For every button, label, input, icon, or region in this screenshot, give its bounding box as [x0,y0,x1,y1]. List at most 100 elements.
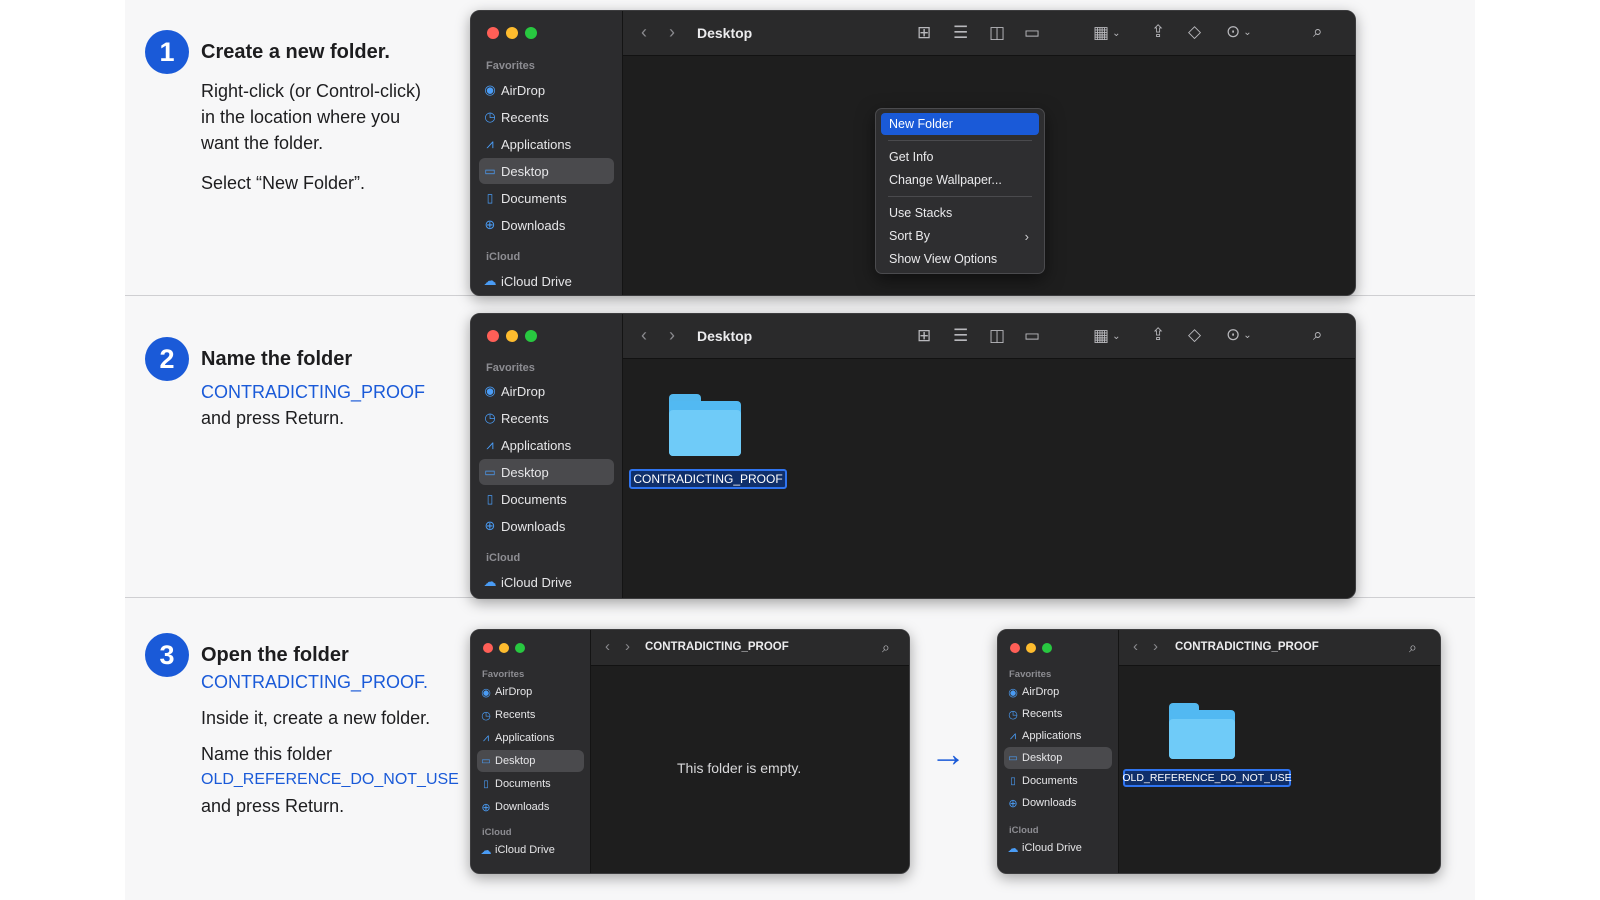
close-window-button[interactable] [1010,643,1020,653]
tag-icon[interactable]: ◇ [1188,325,1201,345]
gallery-view-icon[interactable]: ▭ [1024,326,1040,346]
step-text: Inside it, create a new folder. [201,708,431,728]
document-icon: ▯ [483,778,489,790]
finder-content[interactable]: ‹ › CONTRADICTING_PROOF ⌕ This folder is… [591,630,909,873]
folder-icon[interactable] [1169,703,1235,759]
close-window-button[interactable] [487,27,499,39]
forward-icon[interactable]: › [669,22,675,43]
forward-icon[interactable]: › [1153,638,1158,655]
finder-window: Favorites ◉ AirDrop ◷ Recents ⩘ Applicat… [470,10,1356,296]
column-view-icon[interactable]: ◫ [989,23,1005,43]
sidebar-section-icloud: iCloud [486,251,521,263]
sidebar-item-recents[interactable]: ◷ Recents [477,704,584,726]
finder-content[interactable]: ‹ › CONTRADICTING_PROOF ⌕ OLD_REFERENCE_… [1119,630,1440,873]
context-menu-sort-by[interactable]: Sort By › [881,225,1039,247]
minimize-window-button[interactable] [499,643,509,653]
sidebar-item-icloud-drive[interactable]: ☁ iCloud Drive [479,569,614,595]
icon-view-icon[interactable]: ⊞ [917,23,931,43]
sidebar-item-downloads[interactable]: ⊕ Downloads [1004,792,1112,814]
sidebar-item-recents[interactable]: ◷ Recents [1004,703,1112,725]
gallery-view-icon[interactable]: ▭ [1024,23,1040,43]
step-1-body: Create a new folder. Right-click (or Con… [201,30,461,196]
minimize-window-button[interactable] [506,27,518,39]
sidebar-item-applications[interactable]: ⩘ Applications [1004,725,1112,747]
context-menu-get-info[interactable]: Get Info [881,146,1039,168]
icon-view-icon[interactable]: ⊞ [917,326,931,346]
close-window-button[interactable] [483,643,493,653]
back-icon[interactable]: ‹ [641,325,647,346]
sidebar-item-downloads[interactable]: ⊕ Downloads [479,212,614,238]
folder-name-highlight: CONTRADICTING_PROOF. [201,672,429,692]
sidebar-item-label: Recents [501,109,549,125]
share-icon[interactable]: ⇪ [1151,325,1165,345]
sidebar-item-desktop[interactable]: ▭ Desktop [477,750,584,772]
sidebar-item-desktop[interactable]: ▭ Desktop [1004,747,1112,769]
back-icon[interactable]: ‹ [605,638,610,655]
zoom-window-button[interactable] [515,643,525,653]
list-view-icon[interactable]: ☰ [953,23,968,43]
finder-content[interactable]: ‹ › Desktop ⊞ ☰ ◫ ▭ ▦ ⌄ ⇪ ◇ ⊙ ⌄ ⌕ New Fold… [623,11,1355,295]
zoom-window-button[interactable] [525,330,537,342]
cloud-icon: ☁ [1007,842,1019,855]
download-icon: ⊕ [1008,797,1018,810]
sidebar-item-icloud-drive[interactable]: ☁ iCloud Drive [1004,837,1112,859]
sidebar-item-icloud-drive[interactable]: ☁ iCloud Drive [477,839,584,861]
group-icon[interactable]: ▦ ⌄ [1093,326,1120,346]
sidebar-item-downloads[interactable]: ⊕ Downloads [477,796,584,818]
group-icon[interactable]: ▦ ⌄ [1093,23,1120,43]
more-actions-icon[interactable]: ⊙ ⌄ [1226,22,1252,42]
back-icon[interactable]: ‹ [641,22,647,43]
context-menu-show-view-options[interactable]: Show View Options [881,248,1039,270]
sidebar-item-documents[interactable]: ▯ Documents [1004,770,1112,792]
chevron-right-icon: › [1024,228,1029,244]
sidebar-item-label: Downloads [495,801,550,813]
folder-name-field[interactable]: OLD_REFERENCE_DO_NOT_USE [1122,769,1292,787]
back-icon[interactable]: ‹ [1133,638,1138,655]
sidebar-item-desktop[interactable]: ▭ Desktop [479,158,614,184]
sidebar-item-applications[interactable]: ⩘ Applications [479,432,614,458]
share-icon[interactable]: ⇪ [1151,22,1165,42]
zoom-window-button[interactable] [525,27,537,39]
sidebar-item-airdrop[interactable]: ◉ AirDrop [479,378,614,404]
sidebar-item-airdrop[interactable]: ◉ AirDrop [477,681,584,703]
context-menu-new-folder[interactable]: New Folder [881,113,1039,135]
forward-icon[interactable]: › [625,638,630,655]
folder-icon[interactable] [669,394,741,456]
search-icon[interactable]: ⌕ [1313,22,1323,42]
list-view-icon[interactable]: ☰ [953,326,968,346]
sidebar-item-documents[interactable]: ▯ Documents [479,486,614,512]
tag-icon[interactable]: ◇ [1188,22,1201,42]
document-icon: ▯ [486,191,494,205]
close-window-button[interactable] [487,330,499,342]
search-icon[interactable]: ⌕ [1313,325,1323,345]
sidebar-item-desktop[interactable]: ▭ Desktop [479,459,614,485]
column-view-icon[interactable]: ◫ [989,326,1005,346]
search-icon[interactable]: ⌕ [1409,639,1417,656]
sidebar-item-label: Applications [501,136,572,152]
folder-name-field[interactable]: CONTRADICTING_PROOF [629,469,787,489]
context-menu-use-stacks[interactable]: Use Stacks [881,202,1039,224]
sidebar-item-downloads[interactable]: ⊕ Downloads [479,513,614,539]
sidebar-item-airdrop[interactable]: ◉ AirDrop [479,77,614,103]
minimize-window-button[interactable] [1026,643,1036,653]
sidebar-item-documents[interactable]: ▯ Documents [479,185,614,211]
forward-icon[interactable]: › [669,325,675,346]
sidebar-item-applications[interactable]: ⩘ Applications [477,727,584,749]
minimize-window-button[interactable] [506,330,518,342]
context-menu-change-wallpaper[interactable]: Change Wallpaper... [881,169,1039,191]
sidebar-item-recents[interactable]: ◷ Recents [479,104,614,130]
zoom-window-button[interactable] [1042,643,1052,653]
step-3-body: Open the folder CONTRADICTING_PROOF. Ins… [201,633,461,819]
sidebar-item-recents[interactable]: ◷ Recents [479,405,614,431]
step-text: Right-click (or Control-click) [201,81,422,101]
more-actions-icon[interactable]: ⊙ ⌄ [1226,325,1252,345]
sidebar-item-documents[interactable]: ▯ Documents [477,773,584,795]
search-icon[interactable]: ⌕ [882,639,890,656]
finder-content[interactable]: ‹ › Desktop ⊞ ☰ ◫ ▭ ▦ ⌄ ⇪ ◇ ⊙ ⌄ ⌕ CONTRADI… [623,314,1355,598]
sidebar-item-applications[interactable]: ⩘ Applications [479,131,614,157]
sidebar-item-airdrop[interactable]: ◉ AirDrop [1004,681,1112,703]
sidebar-item-label: AirDrop [501,82,546,98]
step-2-body: Name the folder CONTRADICTING_PROOF and … [201,337,461,431]
sidebar-item-icloud-drive[interactable]: ☁ iCloud Drive [479,268,614,294]
window-title: Desktop [697,328,753,344]
